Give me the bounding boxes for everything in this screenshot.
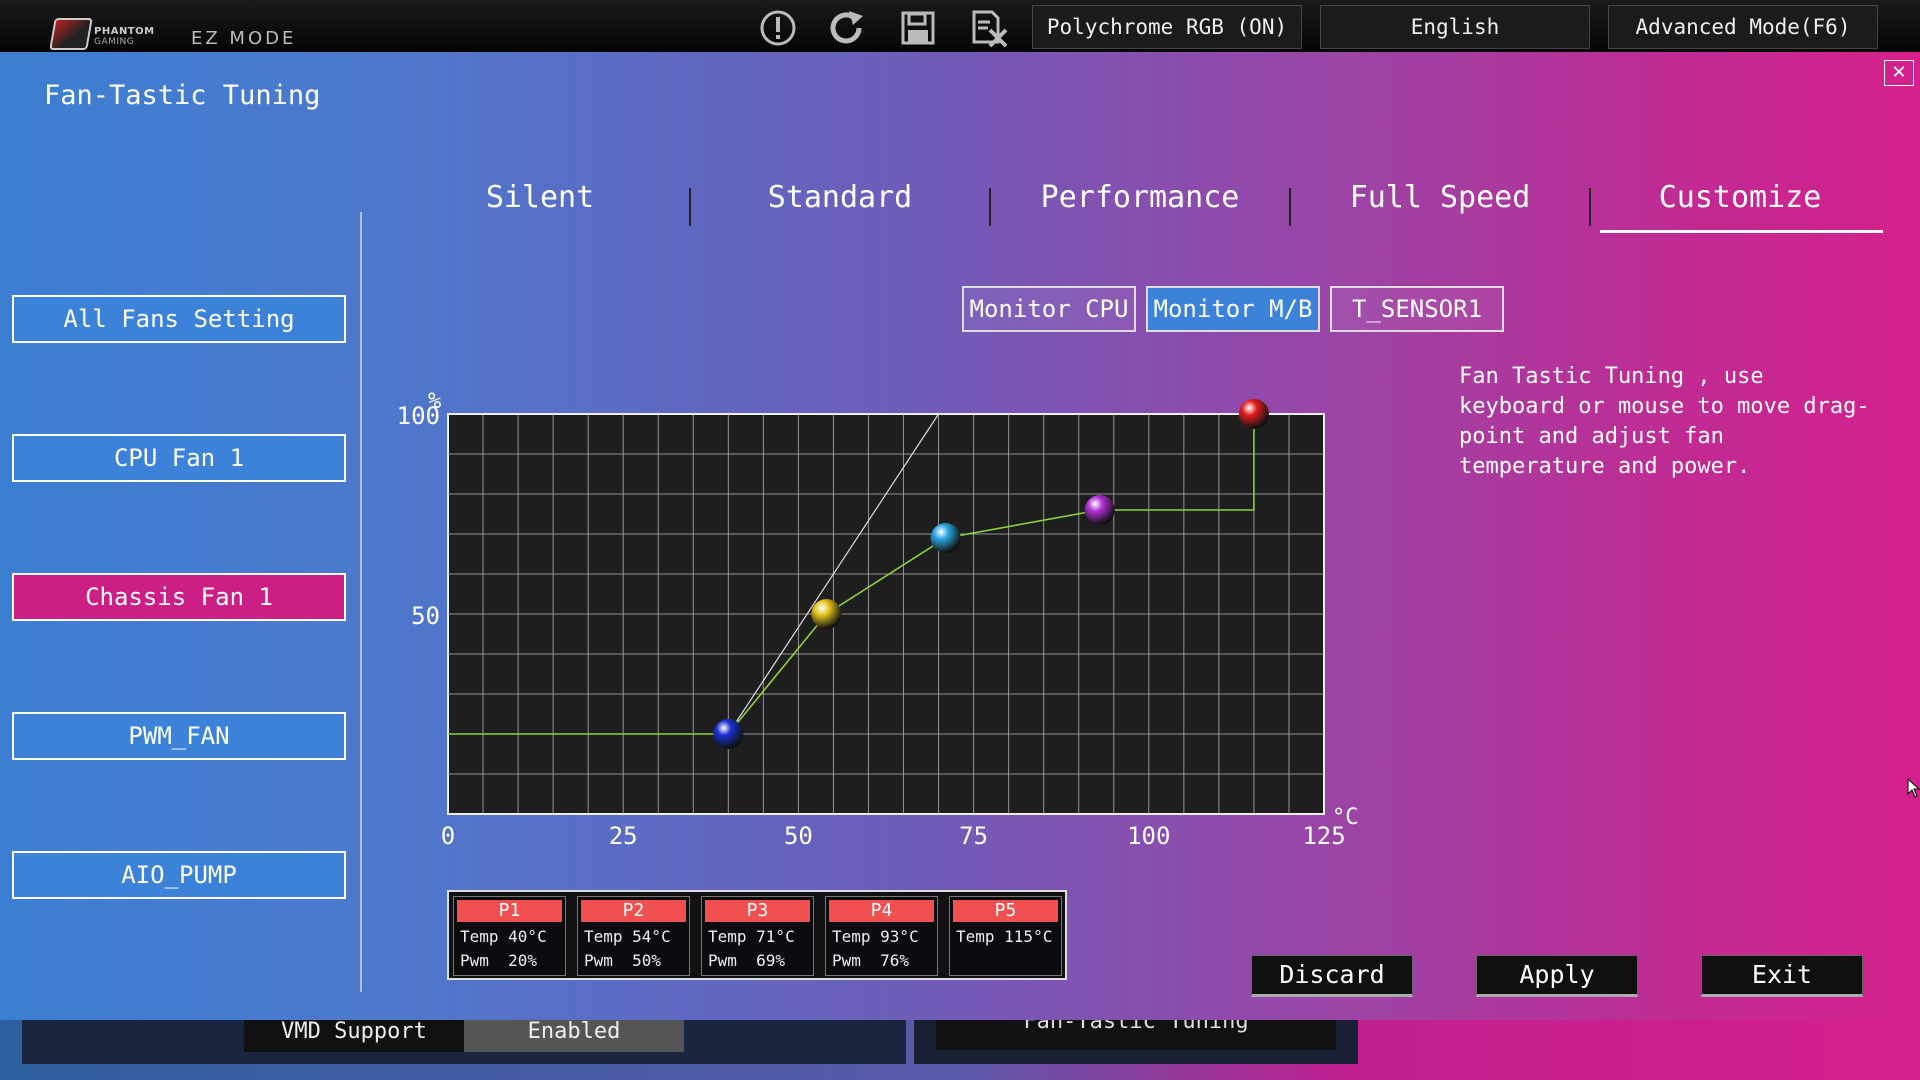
drag-point-p5[interactable] bbox=[1238, 399, 1269, 429]
discard-button[interactable]: Discard bbox=[1251, 955, 1413, 997]
tab-silent[interactable]: Silent bbox=[400, 180, 680, 215]
tab-separator bbox=[989, 188, 991, 226]
point-name: P3 bbox=[705, 900, 810, 922]
y-tick-label: 50 bbox=[411, 602, 440, 630]
x-tick-label: 50 bbox=[784, 822, 813, 850]
refresh-icon[interactable] bbox=[827, 8, 867, 48]
advanced-mode-button[interactable]: Advanced Mode(F6) bbox=[1608, 5, 1878, 49]
point-temp: Temp 40°C bbox=[460, 927, 547, 946]
drag-point-p2[interactable] bbox=[811, 599, 842, 629]
point-name: P5 bbox=[953, 900, 1058, 922]
sidebar-item-chassis-fan-1[interactable]: Chassis Fan 1 bbox=[12, 573, 346, 621]
point-card-p3[interactable]: P3 Temp 71°C Pwm 69% bbox=[701, 896, 814, 976]
help-text: Fan Tastic Tuning , use keyboard or mous… bbox=[1459, 364, 1870, 479]
tab-full-speed[interactable]: Full Speed bbox=[1300, 180, 1580, 215]
vmd-support-label: VMD Support bbox=[244, 1020, 464, 1052]
logo-text-line1: PHANTOM bbox=[94, 26, 155, 37]
phantom-gaming-logo: PHANTOM GAMING bbox=[49, 14, 162, 50]
point-card-p1[interactable]: P1 Temp 40°C Pwm 20% bbox=[453, 896, 566, 976]
tab-performance[interactable]: Performance bbox=[1000, 180, 1280, 215]
tab-customize[interactable]: Customize bbox=[1600, 180, 1880, 215]
point-temp: Temp 115°C bbox=[956, 927, 1053, 946]
point-temp: Temp 54°C bbox=[584, 927, 671, 946]
point-card-p2[interactable]: P2 Temp 54°C Pwm 50% bbox=[577, 896, 690, 976]
ez-mode-label: EZ MODE bbox=[191, 28, 297, 49]
language-button[interactable]: English bbox=[1320, 5, 1590, 49]
sidebar-item-pwm-fan[interactable]: PWM_FAN bbox=[12, 712, 346, 760]
drag-point-p3[interactable] bbox=[930, 523, 961, 553]
y-unit-label: % bbox=[428, 389, 441, 414]
point-card-p4[interactable]: P4 Temp 93°C Pwm 76% bbox=[825, 896, 938, 976]
apply-button[interactable]: Apply bbox=[1476, 955, 1638, 997]
x-tick-label: 0 bbox=[441, 822, 455, 850]
point-pwm: Pwm 76% bbox=[832, 951, 910, 970]
fan-tastic-tuning-background-button: Fan-Tastic Tuning bbox=[936, 1020, 1336, 1050]
drag-point-p4[interactable] bbox=[1084, 495, 1115, 525]
logo-text-line2: GAMING bbox=[94, 37, 135, 47]
sidebar-item-cpu-fan-1[interactable]: CPU Fan 1 bbox=[12, 434, 346, 482]
tab-selected-underline bbox=[1600, 230, 1883, 233]
x-tick-label: 100 bbox=[1127, 822, 1170, 850]
close-button[interactable]: ✕ bbox=[1884, 60, 1914, 86]
tab-separator bbox=[1289, 188, 1291, 226]
top-bar: PHANTOM GAMING EZ MODE Polychrome RGB (O… bbox=[0, 0, 1920, 53]
point-name: P2 bbox=[581, 900, 686, 922]
polychrome-rgb-button[interactable]: Polychrome RGB (ON) bbox=[1032, 5, 1302, 49]
t-sensor1-button[interactable]: T_SENSOR1 bbox=[1330, 286, 1504, 332]
point-name: P1 bbox=[457, 900, 562, 922]
tab-separator bbox=[689, 188, 691, 226]
point-pwm: Pwm 69% bbox=[708, 951, 786, 970]
point-pwm: Pwm 50% bbox=[584, 951, 662, 970]
x-tick-label: 25 bbox=[609, 822, 638, 850]
sidebar-divider bbox=[360, 212, 362, 992]
monitor-cpu-button[interactable]: Monitor CPU bbox=[962, 286, 1136, 332]
mouse-cursor-icon bbox=[1907, 777, 1920, 803]
tab-standard[interactable]: Standard bbox=[700, 180, 980, 215]
save-icon[interactable] bbox=[898, 8, 938, 48]
point-card-p5[interactable]: P5 Temp 115°C bbox=[949, 896, 1062, 976]
point-name: P4 bbox=[829, 900, 934, 922]
sidebar-item-aio-pump[interactable]: AIO_PUMP bbox=[12, 851, 346, 899]
panel-title: Fan-Tastic Tuning bbox=[44, 80, 321, 111]
logo-badge-icon bbox=[49, 18, 93, 50]
drag-point-p1[interactable] bbox=[713, 719, 744, 749]
exit-button[interactable]: Exit bbox=[1701, 955, 1863, 997]
point-table: P1 Temp 40°C Pwm 20% P2 Temp 54°C Pwm 50… bbox=[447, 890, 1067, 980]
sidebar-item-all-fans-setting[interactable]: All Fans Setting bbox=[12, 295, 346, 343]
point-pwm: Pwm 20% bbox=[460, 951, 538, 970]
tab-separator bbox=[1589, 188, 1591, 226]
x-tick-label: 75 bbox=[959, 822, 988, 850]
point-temp: Temp 93°C bbox=[832, 927, 919, 946]
monitor-mb-button[interactable]: Monitor M/B bbox=[1146, 286, 1320, 332]
fan-curve-chart[interactable]: 0 25 50 75 100 12510050 % °C bbox=[380, 332, 1370, 862]
vmd-support-value: Enabled bbox=[464, 1020, 684, 1052]
x-unit-label: °C bbox=[1332, 805, 1359, 830]
background-ui-strip: VMD Support Enabled Fan-Tastic Tuning bbox=[0, 1020, 1920, 1080]
point-temp: Temp 71°C bbox=[708, 927, 795, 946]
discard-file-icon[interactable] bbox=[968, 8, 1008, 48]
warning-icon[interactable] bbox=[758, 8, 798, 48]
fan-tastic-tuning-panel: Fan-Tastic Tuning ✕ All Fans Setting CPU… bbox=[0, 52, 1920, 1020]
